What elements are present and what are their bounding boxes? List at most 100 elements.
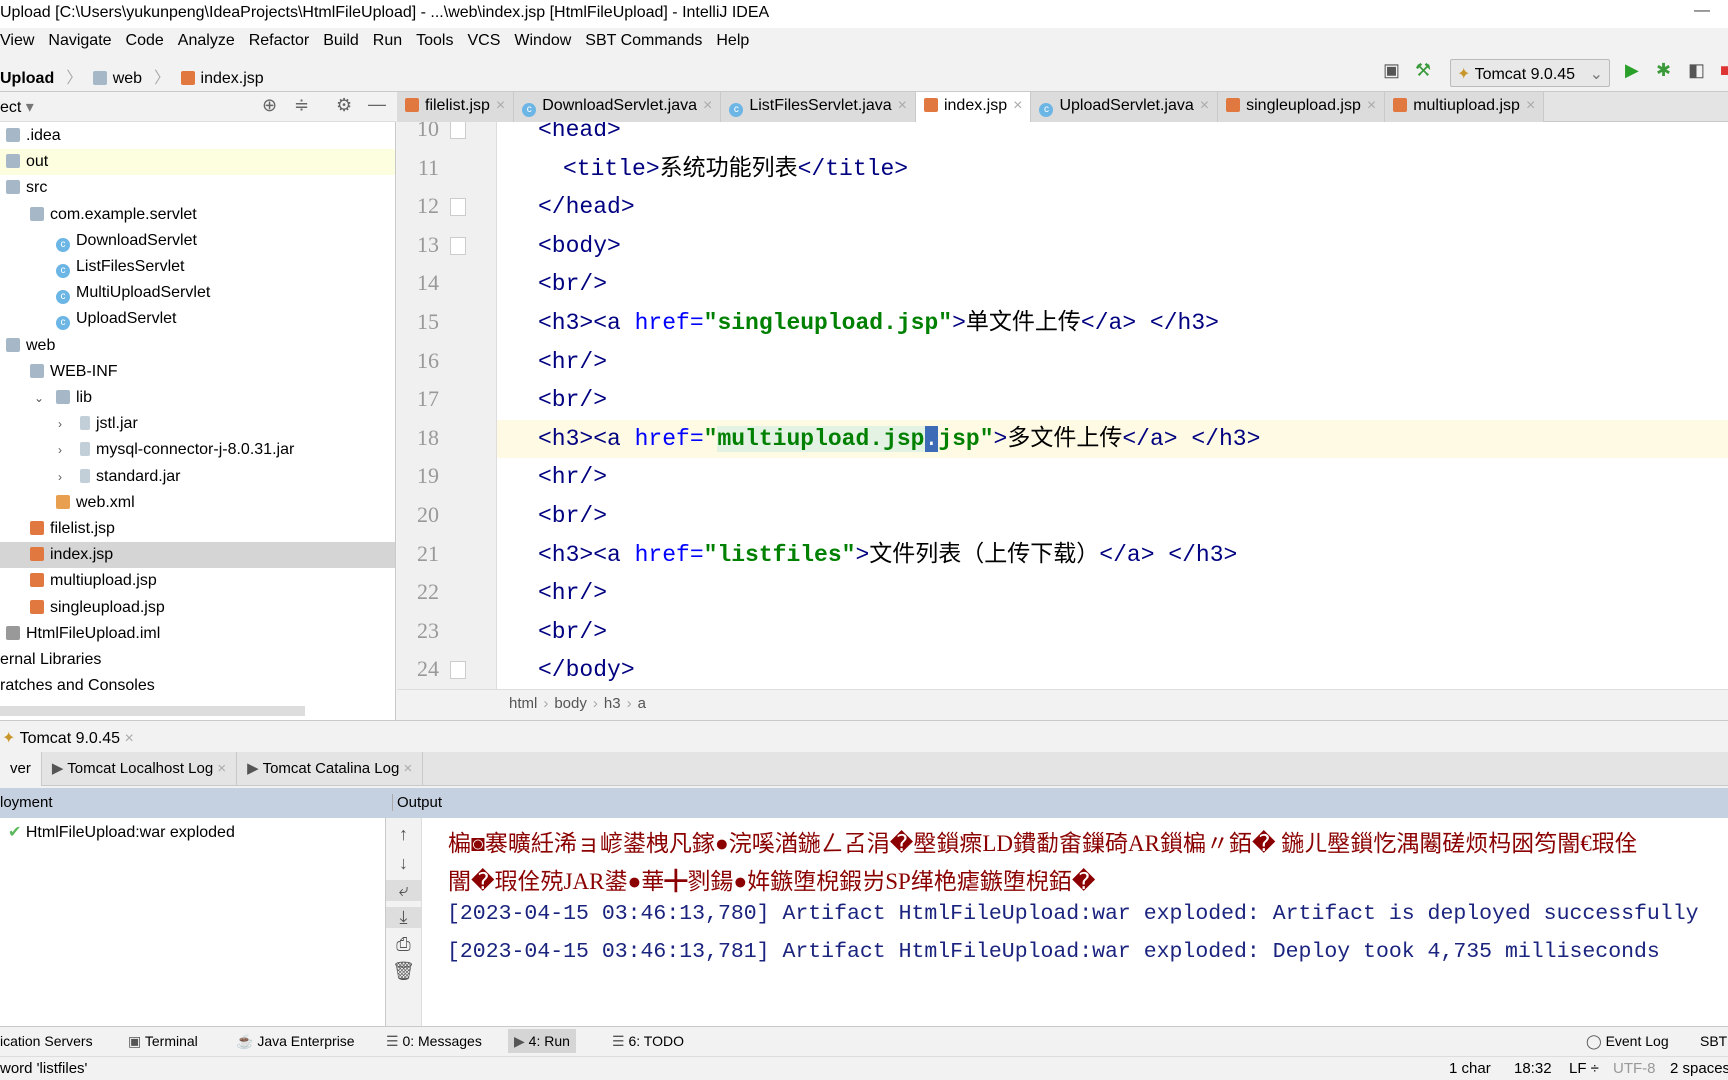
breadcrumb-item[interactable]: html (509, 695, 537, 712)
line-separator[interactable]: LF ÷ (1569, 1060, 1599, 1077)
toolwindow-sbt[interactable]: SBT (1700, 1033, 1727, 1049)
debug-icon[interactable]: ✱ (1656, 60, 1671, 81)
editor-tab[interactable]: index.jsp × (915, 92, 1032, 122)
toolwindow-messages[interactable]: ☰ 0: Messages (386, 1033, 482, 1050)
code-line[interactable]: <head> (397, 122, 1728, 149)
tree-item[interactable]: com.example.servlet (0, 202, 395, 228)
scroll-to-end-icon[interactable]: ⤓ (386, 907, 421, 928)
breadcrumb-item[interactable]: body (554, 695, 587, 712)
tree-item[interactable]: filelist.jsp (0, 516, 395, 542)
toolwindow-icationservers[interactable]: ication Servers (0, 1033, 93, 1049)
tree-item[interactable]: out (0, 149, 395, 176)
editor-tab[interactable]: filelist.jsp × (397, 92, 515, 122)
tree-item[interactable]: web.xml (0, 490, 395, 516)
file-encoding[interactable]: UTF-8 (1613, 1060, 1656, 1077)
code-line[interactable]: <br/> (397, 265, 1728, 303)
menu-window[interactable]: Window (514, 32, 571, 49)
close-icon[interactable]: × (125, 730, 134, 747)
code-line[interactable]: <hr/> (397, 343, 1728, 381)
code-line[interactable]: <h3><a href="listfiles">文件列表（上传下载）</a> <… (397, 536, 1728, 574)
menu-tools[interactable]: Tools (416, 32, 453, 49)
run-subtab[interactable]: ▶ Tomcat Localhost Log × (42, 752, 238, 786)
tree-item[interactable]: › mysql-connector-j-8.0.31.jar (0, 437, 395, 463)
run-subtab[interactable]: ▶ Tomcat Catalina Log × (237, 752, 424, 786)
toolwindow-eventlog[interactable]: ◯ Event Log (1586, 1033, 1669, 1050)
menu-vcs[interactable]: VCS (467, 32, 500, 49)
tree-item[interactable]: › standard.jar (0, 464, 395, 490)
code-line[interactable]: <hr/> (397, 458, 1728, 496)
fold-marker-icon[interactable] (450, 236, 466, 255)
chevron-right-icon[interactable]: › (58, 411, 80, 437)
tree-item[interactable]: index.jsp (0, 542, 395, 569)
hide-icon[interactable]: — (368, 94, 386, 115)
caret-position[interactable]: 18:32 (1514, 1060, 1552, 1077)
locate-icon[interactable]: ⊕ (262, 95, 277, 116)
tree-item[interactable]: web (0, 333, 395, 359)
run-tab-tomcat[interactable]: Tomcat 9.0.45 (20, 730, 121, 747)
build-hammer-icon[interactable]: ⚒ (1415, 60, 1431, 81)
menu-navigate[interactable]: Navigate (48, 32, 111, 49)
tree-item[interactable]: WEB-INF (0, 359, 395, 385)
tree-item[interactable]: .idea (0, 123, 395, 149)
editor-tab[interactable]: singleupload.jsp × (1218, 92, 1386, 122)
tree-item[interactable]: › jstl.jar (0, 411, 395, 437)
run-subtab[interactable]: ver (0, 752, 42, 786)
tree-item[interactable]: c ListFilesServlet (0, 254, 395, 280)
fold-marker-icon[interactable] (450, 661, 466, 680)
close-icon[interactable]: × (1013, 97, 1022, 114)
toolwindow-run[interactable]: ▶ 4: Run (508, 1029, 576, 1053)
trash-icon[interactable]: 🗑 (386, 961, 421, 982)
menu-sbt-commands[interactable]: SBT Commands (585, 32, 702, 49)
breadcrumb-item[interactable]: h3 (604, 695, 621, 712)
code-line[interactable]: <br/> (397, 381, 1728, 419)
project-view-select[interactable]: ect (0, 99, 21, 116)
tree-item[interactable]: src (0, 175, 395, 201)
menu-build[interactable]: Build (323, 32, 359, 49)
nav-crumb-web[interactable]: web (113, 70, 142, 88)
tree-item[interactable]: ernal Libraries (0, 647, 395, 673)
toolwindow-terminal[interactable]: ▣ Terminal (128, 1033, 198, 1050)
close-icon[interactable]: × (399, 760, 412, 777)
run-configuration-select[interactable]: ✦ Tomcat 9.0.45 ⌄ (1450, 59, 1610, 87)
code-line[interactable]: <br/> (397, 497, 1728, 535)
code-editor[interactable]: 10 11 12 13 14 15 16 17 18 19 20 21 22 23 24 <head> <ti… (397, 122, 1728, 689)
horizontal-scrollbar[interactable] (0, 706, 305, 716)
close-icon[interactable]: × (213, 760, 226, 777)
editor-tab[interactable]: c ListFilesServlet.java × (721, 92, 916, 122)
toolwindow-javaenterprise[interactable]: ☕ Java Enterprise (236, 1033, 355, 1050)
run-icon[interactable]: ▶ (1625, 60, 1639, 81)
close-icon[interactable]: × (496, 97, 505, 114)
code-line[interactable]: </head> (397, 188, 1728, 226)
code-line[interactable]: <h3><a href="singleupload.jsp">单文件上传</a>… (397, 304, 1728, 342)
tree-item[interactable]: singleupload.jsp (0, 595, 395, 621)
editor-tab[interactable]: multiupload.jsp × (1385, 92, 1545, 122)
editor-tab[interactable]: c UploadServlet.java × (1031, 92, 1219, 122)
code-line[interactable]: <br/> (397, 613, 1728, 651)
menu-help[interactable]: Help (716, 32, 749, 49)
chevron-right-icon[interactable]: › (58, 464, 80, 490)
fold-marker-icon[interactable] (450, 122, 466, 139)
tree-item[interactable]: c DownloadServlet (0, 228, 395, 254)
nav-crumb-file[interactable]: index.jsp (201, 70, 264, 88)
nav-crumb-project[interactable]: Upload (0, 70, 54, 88)
tree-item[interactable]: ⌄ lib (0, 385, 395, 411)
close-icon[interactable]: × (703, 97, 712, 114)
print-icon[interactable]: ⎙ (386, 934, 421, 955)
collapse-all-icon[interactable]: ≑ (294, 95, 309, 116)
fold-marker-icon[interactable] (450, 198, 466, 217)
up-arrow-icon[interactable]: ↑ (386, 824, 421, 845)
minimize-button[interactable]: — (1694, 2, 1710, 20)
tree-item[interactable]: ratches and Consoles (0, 673, 395, 699)
tree-item[interactable]: c MultiUploadServlet (0, 280, 395, 306)
close-icon[interactable]: × (898, 97, 907, 114)
soft-wrap-icon[interactable]: ⤶ (386, 880, 421, 901)
breadcrumb-item[interactable]: a (638, 695, 646, 712)
coverage-icon[interactable]: ◧ (1688, 60, 1705, 81)
down-arrow-icon[interactable]: ↓ (386, 853, 421, 874)
tree-item[interactable]: multiupload.jsp (0, 568, 395, 594)
menu-refactor[interactable]: Refactor (249, 32, 309, 49)
chevron-down-icon[interactable]: ⌄ (34, 385, 56, 411)
close-icon[interactable]: × (1200, 97, 1209, 114)
tree-item[interactable]: c UploadServlet (0, 306, 395, 332)
deployment-item[interactable]: ✔ HtmlFileUpload:war exploded (8, 822, 235, 842)
